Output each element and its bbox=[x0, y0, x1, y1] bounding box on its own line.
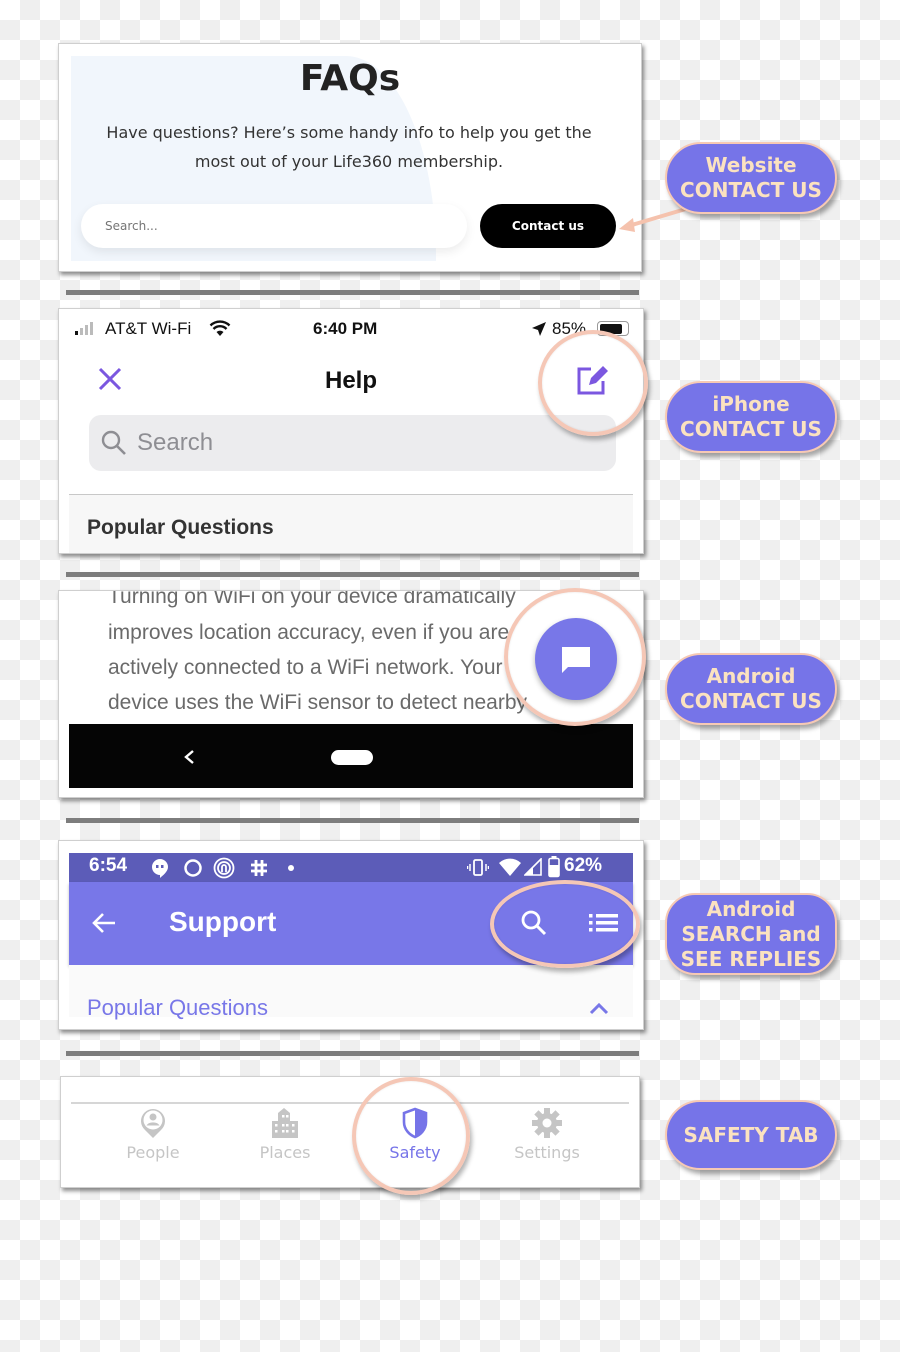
article-line: actively connected to a WiFi network. Yo… bbox=[108, 656, 503, 679]
back-chevron-icon[interactable] bbox=[183, 749, 195, 765]
tab-bar-panel: People Places Safety Settings bbox=[60, 1076, 640, 1188]
callout-line: CONTACT US bbox=[680, 417, 822, 441]
back-arrow-icon[interactable] bbox=[91, 911, 117, 935]
callout-iphone-contact-us: iPhone CONTACT US bbox=[665, 381, 837, 453]
callout-line: SEARCH and bbox=[681, 921, 821, 946]
ios-search-placeholder: Search bbox=[137, 429, 214, 456]
article-line: Turning on WiFi on your device dramatica… bbox=[108, 590, 516, 608]
callout-line: Android bbox=[706, 664, 796, 688]
home-pill-icon[interactable] bbox=[331, 750, 373, 765]
tab-people[interactable]: People bbox=[98, 1107, 208, 1162]
callout-line: Android bbox=[706, 896, 796, 921]
location-arrow-icon bbox=[532, 322, 546, 336]
notification-dot-icon bbox=[288, 865, 294, 871]
cell-signal-icon bbox=[524, 858, 542, 876]
vibrate-icon bbox=[467, 859, 489, 876]
android-time: 6:54 bbox=[89, 855, 128, 876]
callout-line: CONTACT US bbox=[680, 178, 822, 202]
callout-line: SEE REPLIES bbox=[680, 946, 822, 971]
callout-website-contact-us: Website CONTACT US bbox=[665, 142, 837, 214]
android-status-bar: 6:54 62% bbox=[69, 853, 633, 882]
carrier-label: AT&T Wi-Fi bbox=[105, 319, 192, 338]
faq-search-input[interactable] bbox=[81, 204, 467, 248]
highlight-ring-safety-tab bbox=[352, 1077, 470, 1195]
tab-label: Settings bbox=[514, 1143, 580, 1162]
building-icon bbox=[272, 1108, 298, 1138]
highlight-ring-android-search bbox=[490, 880, 640, 968]
callout-line: SAFETY TAB bbox=[683, 1122, 819, 1147]
article-line: device uses the WiFi sensor to detect ne… bbox=[108, 691, 528, 714]
callout-android-contact-us: Android CONTACT US bbox=[665, 653, 837, 725]
battery-icon bbox=[548, 856, 560, 878]
callout-line: iPhone bbox=[712, 392, 790, 416]
section-divider bbox=[66, 290, 639, 295]
faq-subtitle: Have questions? Here’s some handy info t… bbox=[79, 118, 619, 176]
support-title: Support bbox=[169, 906, 277, 937]
website-faq-panel: FAQs Have questions? Here’s some handy i… bbox=[58, 43, 642, 272]
ios-search-field[interactable]: Search bbox=[89, 415, 616, 471]
slack-icon bbox=[251, 860, 267, 876]
chevron-up-icon[interactable] bbox=[589, 1001, 609, 1015]
tab-label: People bbox=[126, 1143, 180, 1162]
cell-signal-icon bbox=[75, 322, 93, 335]
section-divider bbox=[66, 1051, 639, 1056]
faq-subtitle-line-1: Have questions? Here’s some handy info t… bbox=[106, 123, 592, 142]
tab-settings[interactable]: Settings bbox=[492, 1107, 602, 1162]
highlight-ring-iphone-compose bbox=[538, 330, 648, 436]
fingerprint-icon bbox=[213, 857, 235, 879]
wifi-icon bbox=[499, 858, 521, 876]
callout-android-search-replies: Android SEARCH and SEE REPLIES bbox=[665, 893, 837, 975]
android-nav-bar bbox=[69, 724, 633, 788]
callout-line: Website bbox=[705, 153, 797, 177]
article-line: improves location accuracy, even if you … bbox=[108, 621, 510, 644]
gear-icon bbox=[532, 1108, 562, 1138]
circle-app-icon bbox=[184, 859, 202, 877]
hangouts-icon bbox=[152, 859, 168, 878]
callout-safety-tab: SAFETY TAB bbox=[665, 1100, 837, 1170]
android-popular-questions-header[interactable]: Popular Questions bbox=[87, 995, 268, 1021]
android-battery-percent: 62% bbox=[564, 855, 603, 876]
wifi-icon bbox=[209, 320, 231, 336]
ios-time: 6:40 PM bbox=[313, 319, 378, 338]
section-divider bbox=[66, 572, 639, 577]
section-divider bbox=[66, 818, 639, 823]
ios-popular-questions-header: Popular Questions bbox=[87, 516, 274, 539]
highlight-ring-android-fab bbox=[504, 588, 646, 726]
callout-line: CONTACT US bbox=[680, 689, 822, 713]
tab-places[interactable]: Places bbox=[230, 1107, 340, 1162]
tab-label: Places bbox=[259, 1143, 311, 1162]
person-pin-icon bbox=[141, 1109, 165, 1138]
contact-us-button[interactable]: Contact us bbox=[480, 204, 616, 248]
tab-bar-top-border bbox=[71, 1102, 629, 1104]
faq-subtitle-line-2: most out of your Life360 membership. bbox=[194, 152, 504, 171]
search-icon bbox=[101, 430, 126, 455]
support-content: Popular Questions bbox=[69, 965, 633, 1020]
faq-title: FAQs bbox=[299, 58, 401, 99]
